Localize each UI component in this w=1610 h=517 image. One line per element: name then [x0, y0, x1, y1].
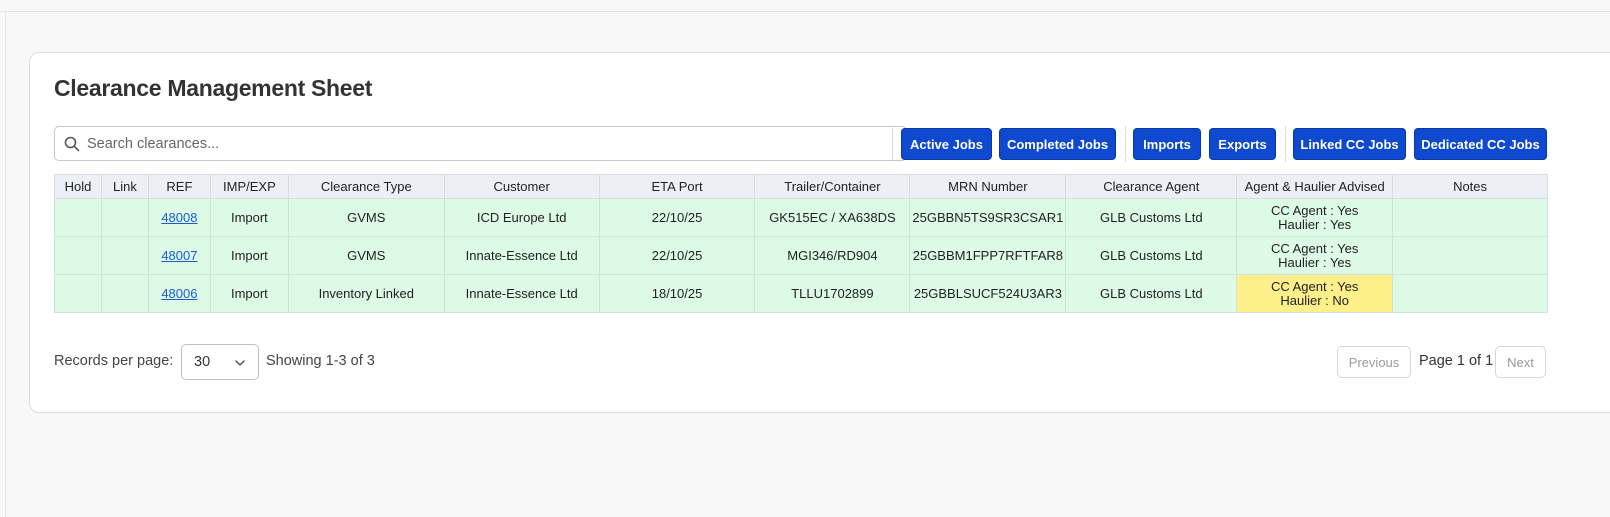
table-row[interactable]: 48008 Import GVMS ICD Europe Ltd 22/10/2… [54, 198, 1548, 237]
table-header: Hold Link REF IMP/EXP Clearance Type Cus… [54, 174, 1548, 199]
hold-cell[interactable] [54, 198, 102, 237]
table-row[interactable]: 48007 Import GVMS Innate-Essence Ltd 22/… [54, 236, 1548, 275]
search-icon [64, 136, 80, 152]
clearance-type-cell: Inventory Linked [287, 274, 445, 313]
records-per-page-select[interactable]: 30 [181, 344, 259, 380]
active-jobs-button[interactable]: Active Jobs [901, 128, 992, 160]
hold-cell[interactable] [54, 236, 102, 275]
impexp-cell: Import [209, 274, 289, 313]
page-info: Page 1 of 1 [1419, 353, 1494, 369]
haulier-status: Haulier : No [1280, 292, 1349, 308]
agent-cell: GLB Customs Ltd [1065, 236, 1238, 275]
completed-jobs-button[interactable]: Completed Jobs [999, 128, 1116, 160]
divider [1285, 126, 1286, 162]
agent-cell: GLB Customs Ltd [1065, 198, 1238, 237]
advised-cell-warning: CC Agent : Yes Haulier : No [1236, 274, 1394, 313]
column-header[interactable]: Customer [443, 174, 600, 199]
ref-link[interactable]: 48006 [161, 286, 197, 301]
column-header[interactable]: Notes [1392, 174, 1548, 199]
mrn-cell: 25GBBN5TS9SR3CSAR1 [909, 198, 1067, 237]
search-box[interactable] [54, 126, 907, 161]
trailer-cell: MGI346/RD904 [754, 236, 911, 275]
advised-cell: CC Agent : Yes Haulier : Yes [1236, 236, 1394, 275]
divider [892, 126, 893, 162]
records-per-page-value: 30 [194, 354, 211, 370]
link-cell[interactable] [100, 274, 149, 313]
ref-cell: 48006 [147, 274, 211, 313]
haulier-status: Haulier : Yes [1278, 254, 1352, 270]
link-cell[interactable] [100, 236, 149, 275]
ref-link[interactable]: 48008 [161, 210, 197, 225]
mrn-cell: 25GBBLSUCF524U3AR3 [909, 274, 1067, 313]
imports-button[interactable]: Imports [1133, 128, 1201, 160]
customer-cell: Innate-Essence Ltd [443, 274, 600, 313]
linked-cc-jobs-button[interactable]: Linked CC Jobs [1293, 128, 1406, 160]
column-header[interactable]: Hold [54, 174, 102, 199]
records-per-page-label: Records per page: [54, 353, 174, 369]
clearance-type-cell: GVMS [287, 198, 445, 237]
impexp-cell: Import [209, 236, 289, 275]
hold-cell[interactable] [54, 274, 102, 313]
exports-button[interactable]: Exports [1209, 128, 1276, 160]
eta-cell: 22/10/25 [598, 236, 756, 275]
haulier-status: Haulier : Yes [1278, 216, 1352, 232]
trailer-cell: GK515EC / XA638DS [754, 198, 911, 237]
column-header[interactable]: Clearance Agent [1065, 174, 1238, 199]
column-header[interactable]: Agent & Haulier Advised [1236, 174, 1394, 199]
top-bar [0, 0, 1610, 12]
search-input[interactable] [87, 133, 887, 155]
column-header[interactable]: Clearance Type [287, 174, 445, 199]
showing-count: Showing 1-3 of 3 [266, 353, 375, 369]
cc-agent-status: CC Agent : Yes [1270, 278, 1359, 294]
column-header[interactable]: REF [147, 174, 211, 199]
trailer-cell: TLLU1702899 [754, 274, 911, 313]
column-header[interactable]: Trailer/Container [754, 174, 911, 199]
eta-cell: 22/10/25 [598, 198, 756, 237]
ref-cell: 48007 [147, 236, 211, 275]
customer-cell: ICD Europe Ltd [443, 198, 600, 237]
notes-cell[interactable] [1392, 274, 1548, 313]
previous-button[interactable]: Previous [1337, 346, 1411, 378]
column-header[interactable]: ETA Port [598, 174, 756, 199]
next-button[interactable]: Next [1495, 346, 1546, 378]
notes-cell[interactable] [1392, 198, 1548, 237]
chevron-down-icon [235, 360, 245, 366]
page-title: Clearance Management Sheet [54, 75, 373, 101]
dedicated-cc-jobs-button[interactable]: Dedicated CC Jobs [1414, 128, 1547, 160]
cc-agent-status: CC Agent : Yes [1270, 202, 1359, 218]
cc-agent-status: CC Agent : Yes [1270, 240, 1359, 256]
column-header[interactable]: Link [100, 174, 149, 199]
column-header[interactable]: MRN Number [909, 174, 1067, 199]
advised-cell: CC Agent : Yes Haulier : Yes [1236, 198, 1394, 237]
clearance-table: Hold Link REF IMP/EXP Clearance Type Cus… [54, 174, 1548, 313]
column-header[interactable]: IMP/EXP [209, 174, 289, 199]
link-cell[interactable] [100, 198, 149, 237]
ref-link[interactable]: 48007 [161, 248, 197, 263]
impexp-cell: Import [209, 198, 289, 237]
mrn-cell: 25GBBM1FPP7RFTFAR8 [909, 236, 1067, 275]
ref-cell: 48008 [147, 198, 211, 237]
clearance-type-cell: GVMS [287, 236, 445, 275]
table-row[interactable]: 48006 Import Inventory Linked Innate-Ess… [54, 274, 1548, 313]
agent-cell: GLB Customs Ltd [1065, 274, 1238, 313]
sidebar-edge [5, 12, 6, 517]
eta-cell: 18/10/25 [598, 274, 756, 313]
clearance-card: Clearance Management Sheet Active Jobs C… [29, 52, 1610, 413]
notes-cell[interactable] [1392, 236, 1548, 275]
divider [1125, 126, 1126, 162]
customer-cell: Innate-Essence Ltd [443, 236, 600, 275]
